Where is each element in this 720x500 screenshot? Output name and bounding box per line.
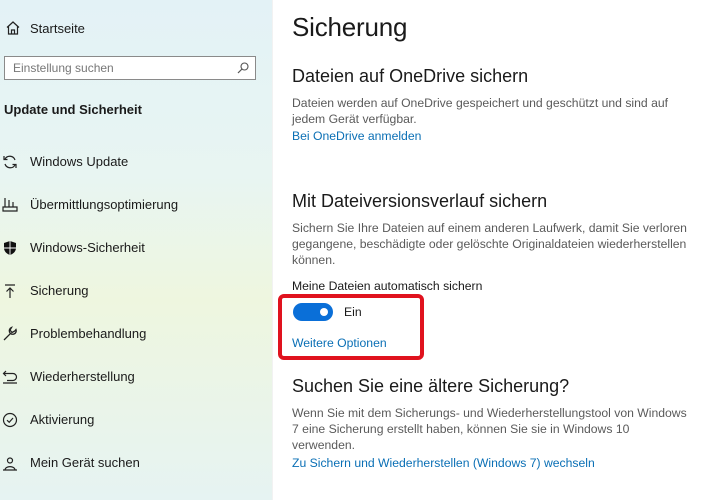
- sidebar-item-windows-security[interactable]: Windows-Sicherheit: [0, 226, 272, 269]
- onedrive-description: Dateien werden auf OneDrive gespeichert …: [292, 96, 669, 126]
- home-icon: [6, 21, 20, 35]
- file-history-heading: Mit Dateiversionsverlauf sichern: [292, 191, 548, 211]
- sidebar-item-label: Windows Update: [30, 154, 129, 169]
- shield-icon: [4, 240, 16, 255]
- sidebar-item-label: Aktivierung: [30, 412, 95, 427]
- sidebar-item-delivery-optimization[interactable]: Übermittlungsoptimierung: [0, 183, 272, 226]
- search-input[interactable]: [11, 60, 237, 76]
- search-icon[interactable]: [237, 62, 249, 74]
- onedrive-heading: Dateien auf OneDrive sichern: [292, 66, 529, 86]
- section-title: Update und Sicherheit: [4, 102, 142, 117]
- toggle-state-label: Ein: [344, 305, 362, 319]
- wrench-icon: [3, 325, 17, 340]
- sidebar-item-recovery[interactable]: Wiederherstellung: [0, 355, 272, 398]
- auto-backup-toggle[interactable]: [293, 303, 333, 321]
- auto-backup-label: Meine Dateien automatisch sichern: [292, 279, 483, 293]
- sidebar-nav: Windows Update Übermittlungsoptimierung …: [0, 140, 272, 484]
- sidebar-item-troubleshoot[interactable]: Problembehandlung: [0, 312, 272, 355]
- sidebar-item-backup[interactable]: Sicherung: [0, 269, 272, 312]
- sidebar-item-label: Sicherung: [30, 283, 89, 298]
- search-box[interactable]: [4, 56, 256, 80]
- more-options-link[interactable]: Weitere Optionen: [292, 336, 387, 350]
- pane-divider: [272, 0, 273, 500]
- file-history-description: Sichern Sie Ihre Dateien auf einem ander…: [292, 221, 687, 267]
- sidebar-item-find-my-device[interactable]: Mein Gerät suchen: [0, 441, 272, 484]
- backup-arrow-icon: [5, 283, 15, 298]
- delivery-icon: [2, 197, 18, 212]
- sidebar-item-label: Mein Gerät suchen: [30, 455, 140, 470]
- check-circle-icon: [2, 412, 18, 427]
- sidebar-item-windows-update[interactable]: Windows Update: [0, 140, 272, 183]
- home-label: Startseite: [30, 20, 85, 36]
- sidebar-item-label: Übermittlungsoptimierung: [30, 197, 179, 212]
- sidebar: Startseite Update und Sicherheit Windows…: [0, 0, 272, 500]
- sidebar-item-label: Problembehandlung: [30, 326, 147, 341]
- location-person-icon: [3, 456, 17, 471]
- home-nav-item[interactable]: Startseite: [4, 18, 85, 38]
- older-backup-description: Wenn Sie mit dem Sicherungs- und Wiederh…: [292, 406, 687, 452]
- sync-icon: [3, 155, 17, 168]
- sidebar-item-label: Windows-Sicherheit: [30, 240, 145, 255]
- sidebar-item-label: Wiederherstellung: [30, 369, 135, 384]
- page-title: Sicherung: [292, 12, 408, 42]
- windows7-backup-link[interactable]: Zu Sichern und Wiederherstellen (Windows…: [292, 456, 595, 470]
- older-backup-heading: Suchen Sie eine ältere Sicherung?: [292, 376, 570, 396]
- sidebar-item-activation[interactable]: Aktivierung: [0, 398, 272, 441]
- toggle-knob: [320, 308, 328, 316]
- recovery-icon: [2, 370, 18, 384]
- onedrive-signin-link[interactable]: Bei OneDrive anmelden: [292, 129, 421, 143]
